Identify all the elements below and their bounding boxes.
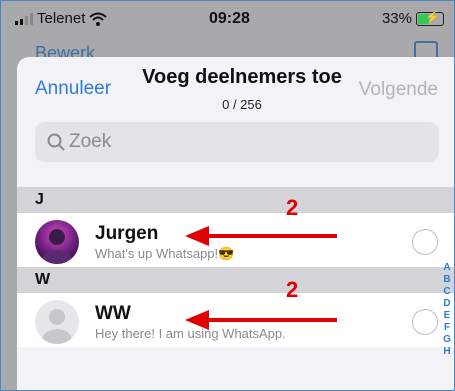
- avatar: [35, 300, 79, 344]
- index-letter[interactable]: B: [442, 274, 452, 286]
- battery-icon: ⚡: [416, 9, 444, 26]
- select-radio[interactable]: [412, 229, 438, 255]
- index-letter[interactable]: A: [442, 262, 452, 274]
- cancel-button[interactable]: Annuleer: [35, 78, 111, 100]
- index-letter[interactable]: G: [442, 334, 452, 346]
- red-arrow-icon: [185, 226, 337, 246]
- sheet-title: Voeg deelnemers toe: [142, 66, 342, 88]
- annotation-number: 2: [286, 277, 299, 302]
- section-header-w: W: [17, 267, 454, 293]
- next-button[interactable]: Volgende: [359, 79, 438, 101]
- index-letter[interactable]: F: [442, 322, 452, 334]
- contact-name: Jurgen: [95, 223, 159, 244]
- search-placeholder: Zoek: [69, 131, 112, 152]
- section-letter: J: [35, 191, 44, 208]
- index-letter[interactable]: C: [442, 286, 452, 298]
- phone-screen: Telenet 09:28 33% ⚡ Bewerk Annuleer Voeg…: [0, 0, 455, 391]
- charging-icon: ⚡: [425, 9, 440, 24]
- participant-count: 0 / 256: [222, 97, 262, 112]
- select-radio[interactable]: [412, 309, 438, 335]
- sheet-header: Annuleer Voeg deelnemers toe 0 / 256 Vol…: [17, 57, 454, 121]
- battery-percent: 33%: [381, 10, 412, 27]
- red-arrow-icon: [185, 310, 337, 330]
- section-letter: W: [35, 271, 51, 288]
- annotation-number: 2: [286, 195, 299, 220]
- wifi-icon: [89, 12, 108, 26]
- battery-group: 33% ⚡: [382, 10, 444, 27]
- search-input[interactable]: Zoek: [35, 122, 439, 162]
- alphabet-index[interactable]: A B C D E F G H: [442, 262, 452, 358]
- avatar: [35, 220, 79, 264]
- status-time: 09:28: [209, 10, 250, 27]
- carrier-group: Telenet: [15, 10, 108, 27]
- section-header-j: J: [17, 187, 454, 213]
- default-avatar-icon: [35, 300, 79, 344]
- signal-icon: [15, 12, 33, 25]
- search-icon: [47, 133, 65, 151]
- index-letter[interactable]: H: [442, 346, 452, 358]
- status-bar: Telenet 09:28 33% ⚡: [1, 1, 454, 37]
- carrier-name: Telenet: [37, 10, 86, 27]
- index-letter[interactable]: D: [442, 298, 452, 310]
- index-letter[interactable]: E: [442, 310, 452, 322]
- contact-name: WW: [95, 303, 131, 324]
